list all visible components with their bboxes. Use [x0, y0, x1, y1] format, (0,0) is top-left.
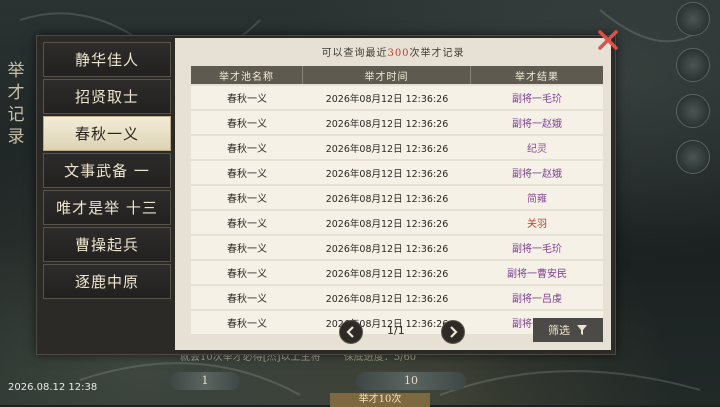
- next-page-button[interactable]: [441, 320, 465, 344]
- side-avatar-icon[interactable]: [676, 2, 710, 36]
- record-content: 可以查询最近300次举才记录 举才池名称 举才时间 举才结果 春秋一义 2026年…: [175, 38, 611, 350]
- close-button[interactable]: [596, 28, 620, 52]
- header-pool-name: 举才池名称: [191, 66, 303, 84]
- cell-result: 副将一曹安民: [471, 261, 603, 284]
- recruit-record-panel: 静华佳人 招贤取士 春秋一义 文事武备 一唯才是举 十三 曹操起兵 逐鹿中原 可以查询最近…: [36, 35, 616, 355]
- cell-pool-name: 春秋一义: [191, 286, 303, 309]
- header-time: 举才时间: [303, 66, 471, 84]
- side-avatar-icon[interactable]: [676, 140, 710, 174]
- tab-pool-3[interactable]: 文事武备 一: [43, 153, 171, 188]
- cell-pool-name: 春秋一义: [191, 86, 303, 109]
- tab-pool-1[interactable]: 招贤取士: [43, 79, 171, 114]
- tab-pool-2[interactable]: 春秋一义: [43, 116, 171, 151]
- cell-pool-name: 春秋一义: [191, 111, 303, 134]
- cell-time: 2026年08月12日 12:36:26: [303, 211, 471, 234]
- header-result: 举才结果: [471, 66, 603, 84]
- hint-suffix: 次举才记录: [409, 48, 465, 59]
- close-icon: [598, 30, 618, 50]
- cell-pool-name: 春秋一义: [191, 211, 303, 234]
- pager: 1/1 筛选: [175, 318, 611, 346]
- tab-pool-0[interactable]: 静华佳人: [43, 42, 171, 77]
- table-row: 春秋一义 2026年08月12日 12:36:26 副将一曹安民: [191, 261, 603, 284]
- tab-pool-4[interactable]: 唯才是举 十三: [43, 190, 171, 225]
- prev-page-button[interactable]: [339, 320, 363, 344]
- prev-page-icon: [346, 326, 354, 338]
- cell-result: 副将一赵娥: [471, 111, 603, 134]
- table-header-row: 举才池名称 举才时间 举才结果: [191, 66, 603, 84]
- cell-pool-name: 春秋一义: [191, 161, 303, 184]
- table-row: 春秋一义 2026年08月12日 12:36:26 副将一毛玠: [191, 236, 603, 259]
- cell-time: 2026年08月12日 12:36:26: [303, 111, 471, 134]
- draw-ten-cost[interactable]: 10: [356, 372, 466, 390]
- cell-result: 副将一毛玠: [471, 236, 603, 259]
- cell-time: 2026年08月12日 12:36:26: [303, 236, 471, 259]
- cell-pool-name: 春秋一义: [191, 261, 303, 284]
- cell-pool-name: 春秋一义: [191, 236, 303, 259]
- hint-count: 300: [387, 48, 410, 59]
- filter-button[interactable]: 筛选: [533, 318, 603, 342]
- cell-result: 副将一毛玠: [471, 86, 603, 109]
- cell-result: 关羽: [471, 211, 603, 234]
- page-indicator: 1/1: [387, 324, 405, 337]
- hint-prefix: 可以查询最近: [321, 48, 388, 59]
- cell-time: 2026年08月12日 12:36:26: [303, 186, 471, 209]
- pool-tab-list: 静华佳人 招贤取士 春秋一义 文事武备 一唯才是举 十三 曹操起兵 逐鹿中原: [43, 42, 173, 301]
- cell-time: 2026年08月12日 12:36:26: [303, 261, 471, 284]
- tab-pool-6[interactable]: 逐鹿中原: [43, 264, 171, 299]
- query-hint: 可以查询最近300次举才记录: [175, 44, 611, 59]
- cell-pool-name: 春秋一义: [191, 186, 303, 209]
- side-avatar-icon[interactable]: [676, 48, 710, 82]
- table-row: 春秋一义 2026年08月12日 12:36:26 关羽: [191, 211, 603, 234]
- cell-time: 2026年08月12日 12:36:26: [303, 86, 471, 109]
- screenshot-timestamp: 2026.08.12 12:38: [8, 382, 98, 393]
- table-row: 春秋一义2026年08月12日 12:36:26副将一赵娥: [191, 111, 603, 134]
- filter-label: 筛选: [548, 325, 570, 337]
- table-row: 春秋一义 2026年08月12日 12:36:26 纪灵: [191, 136, 603, 159]
- cell-result: 纪灵: [471, 136, 603, 159]
- cell-time: 2026年08月12日 12:36:26: [303, 286, 471, 309]
- side-avatar-icon[interactable]: [676, 94, 710, 128]
- table-row: 春秋一义2026年08月12日 12:36:26副将一赵娥: [191, 161, 603, 184]
- filter-icon: [577, 325, 587, 335]
- cell-result: 简雍: [471, 186, 603, 209]
- record-table: 举才池名称 举才时间 举才结果 春秋一义 2026年08月12日 12:36:26…: [191, 64, 603, 336]
- cell-time: 2026年08月12日 12:36:26: [303, 136, 471, 159]
- table-row: 春秋一义 2026年08月12日 12:36:26 简雍: [191, 186, 603, 209]
- side-title: 举才记录: [7, 61, 27, 147]
- table-row: 春秋一义 2026年08月12日 12:36:26 副将一吕虔: [191, 286, 603, 309]
- cell-pool-name: 春秋一义: [191, 136, 303, 159]
- tab-pool-5[interactable]: 曹操起兵: [43, 227, 171, 262]
- cell-result: 副将一吕虔: [471, 286, 603, 309]
- cell-time: 2026年08月12日 12:36:26: [303, 161, 471, 184]
- draw-once-cost[interactable]: 1: [170, 372, 240, 390]
- cell-result: 副将一赵娥: [471, 161, 603, 184]
- table-row: 春秋一义 2026年08月12日 12:36:26 副将一毛玠: [191, 86, 603, 109]
- next-page-icon: [450, 326, 458, 338]
